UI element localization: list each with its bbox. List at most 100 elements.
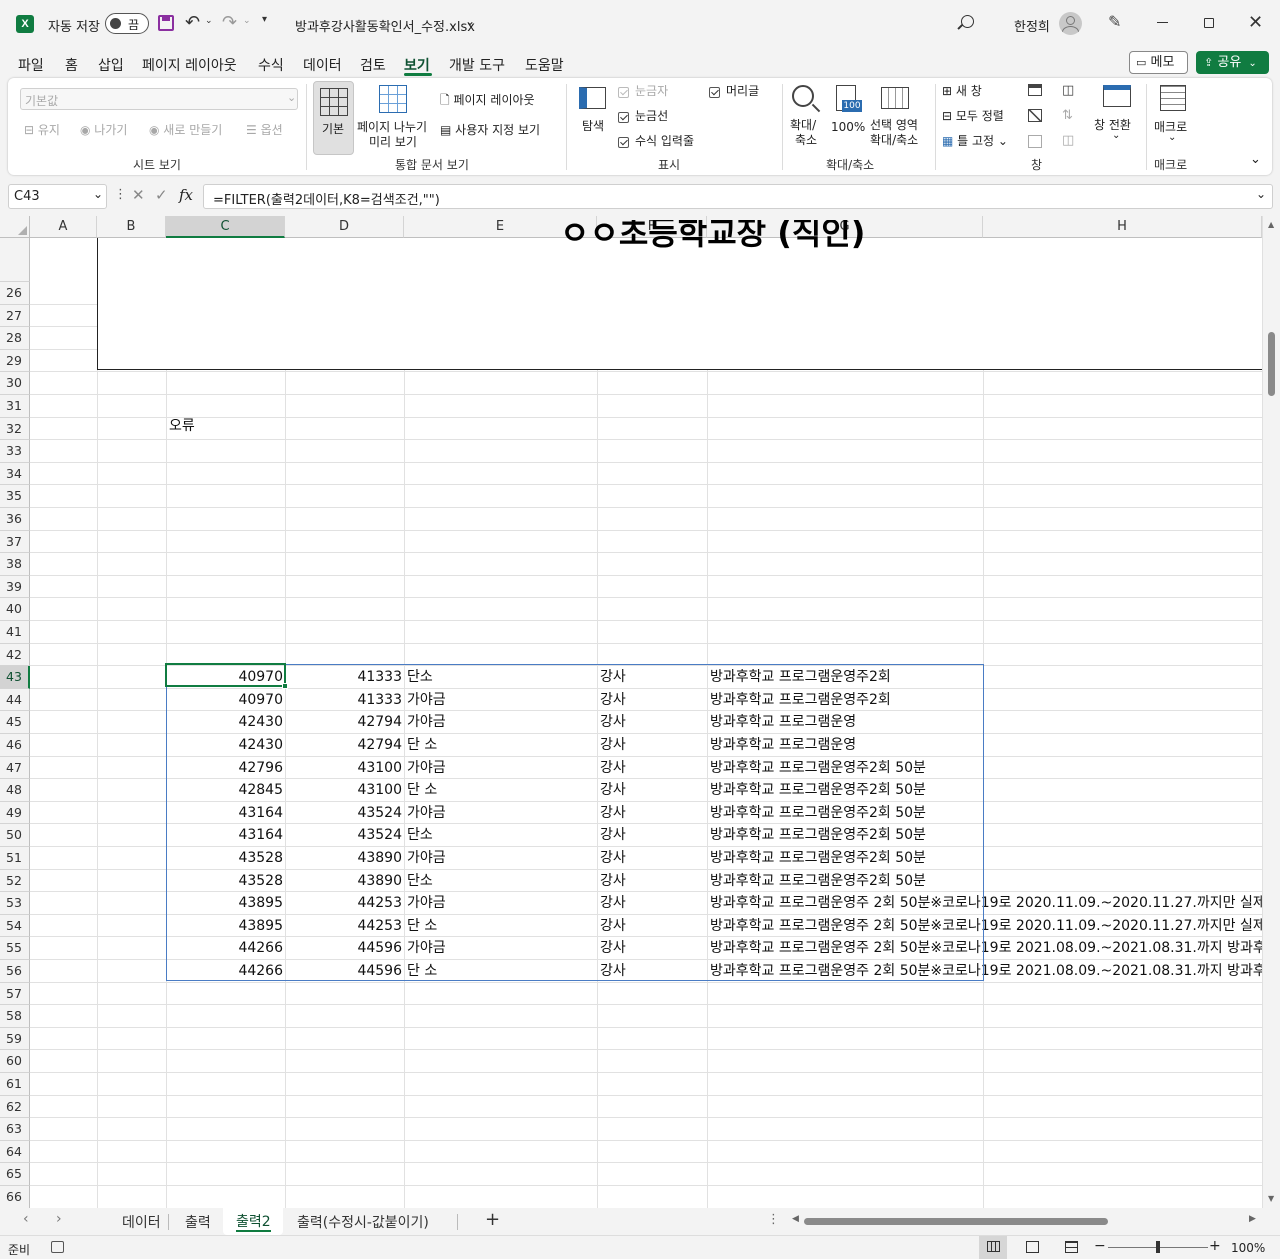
filename-chevron-icon[interactable]: ⌄ [465, 14, 475, 28]
page-break-preview-button[interactable]: 페이지 나누기 미리 보기 [357, 81, 431, 155]
undo-icon[interactable]: ↶ [185, 12, 200, 33]
split-icon[interactable] [1028, 84, 1042, 96]
sheet-tab-output2-label: 출력2 [236, 1214, 271, 1230]
zoom-slider[interactable] [1108, 1241, 1208, 1253]
tab-scroll-left-icon[interactable]: ‹ [23, 1211, 29, 1227]
zoom-slider-thumb[interactable] [1156, 1241, 1160, 1253]
hscroll-right-icon[interactable]: ▶ [1249, 1214, 1256, 1224]
switch-windows-button[interactable]: 창 전환 ⌄ [1092, 82, 1142, 154]
page-layout-status-icon[interactable] [1026, 1241, 1039, 1253]
arrange-all-button[interactable]: ⊟ 모두 정렬 [942, 109, 1004, 124]
normal-view-status-button[interactable] [979, 1236, 1007, 1259]
undo-dropdown-icon[interactable]: ⌄ [205, 16, 213, 26]
freeze-panes-button[interactable]: ▦ 틀 고정 ⌄ [942, 134, 1008, 149]
custom-views-button[interactable]: ▤ 사용자 지정 보기 [440, 123, 540, 138]
tab-review[interactable]: 검토 [360, 55, 386, 75]
tab-scroll-right-icon[interactable]: › [56, 1211, 62, 1227]
navigation-button[interactable]: 탐색 [574, 84, 612, 144]
page-layout-label: 페이지 레이아웃 [453, 93, 535, 107]
expand-formula-chevron-icon[interactable]: ⌄ [1256, 187, 1266, 201]
horizontal-scroll-thumb[interactable] [804, 1218, 1108, 1225]
zoom-level[interactable]: 100% [1231, 1241, 1265, 1255]
reset-position-icon[interactable]: ◫ [1062, 133, 1074, 148]
gridlines-checkbox[interactable] [618, 112, 629, 123]
more-options-icon[interactable]: ⋮ [114, 187, 127, 202]
toggle-knob [110, 18, 121, 29]
macro-record-icon[interactable] [51, 1241, 64, 1253]
page-break-status-icon[interactable] [1065, 1241, 1078, 1253]
keep-button[interactable]: ⊟ 유지 [24, 123, 60, 138]
vertical-scroll-thumb[interactable] [1268, 332, 1275, 396]
minimize-icon[interactable] [1157, 22, 1168, 23]
new-sheet-view-button[interactable]: ◉ 새로 만들기 [149, 123, 222, 138]
close-icon[interactable]: ✕ [1248, 12, 1263, 33]
tab-formulas[interactable]: 수식 [258, 55, 284, 75]
tab-file[interactable]: 파일 [18, 55, 44, 75]
tab-developer[interactable]: 개발 도구 [449, 55, 505, 75]
zoom-100-button[interactable]: 100 100% [828, 82, 868, 142]
ruler-checkbox[interactable] [618, 87, 629, 98]
save-icon[interactable] [158, 15, 174, 31]
sheet-tab-output-paste[interactable]: 출력(수정시-값붙이기) [297, 1212, 429, 1232]
tab-data[interactable]: 데이터 [303, 55, 342, 75]
zoom-button[interactable]: 확대/ 축소 [787, 82, 825, 154]
sheet-tab-data[interactable]: 데이터 [122, 1212, 161, 1232]
avatar[interactable] [1059, 12, 1082, 35]
new-window-label: 새 창 [955, 84, 982, 98]
worksheet[interactable]: ABCDEFGH 26 27 28 29 30 31 32 33 34 35 36 37 38 39 40 4… [0, 216, 1280, 1208]
scroll-up-icon[interactable]: ▲ [1268, 220, 1274, 229]
enter-icon[interactable]: ✓ [155, 186, 168, 204]
sheet-tab-output2[interactable]: 출력2 [223, 1208, 283, 1235]
tab-page-layout[interactable]: 페이지 레이아웃 [142, 55, 237, 75]
share-chevron-icon: ⌄ [1248, 58, 1257, 69]
sheet-tab-output[interactable]: 출력 [185, 1212, 211, 1232]
tab-insert[interactable]: 삽입 [98, 55, 124, 75]
zoom-selection-button[interactable]: 선택 영역 확대/축소 [868, 82, 924, 154]
tab-splitter-icon[interactable]: ⋮ [767, 1212, 780, 1227]
horizontal-scrollbar[interactable]: ◀ ▶ [790, 1214, 1260, 1229]
unhide-icon[interactable] [1028, 135, 1042, 148]
formula-input[interactable]: =FILTER(출력2데이터,K8=검색조건,"") ⌄ [203, 184, 1273, 209]
zoom-in-icon[interactable]: + [1209, 1238, 1221, 1254]
pen-icon[interactable]: ✎ [1108, 12, 1121, 31]
redo-icon[interactable]: ↷ [222, 12, 237, 33]
share-button[interactable]: ⇪ 공유 ⌄ [1196, 51, 1269, 74]
zoom-out-icon[interactable]: − [1094, 1238, 1106, 1254]
sync-scroll-icon[interactable]: ⇅ [1062, 108, 1073, 123]
macros-button[interactable]: 매크로 ⌄ [1151, 82, 1195, 154]
sheet-view-dropdown[interactable]: 기본값 ⌄ [20, 88, 298, 110]
search-icon[interactable] [957, 15, 974, 30]
exit-button[interactable]: ◉ 나가기 [80, 123, 127, 138]
headings-checkbox[interactable] [709, 87, 720, 98]
memo-button[interactable]: ▭ 메모 [1129, 51, 1188, 74]
group-sheet-view: 시트 보기 [133, 158, 181, 172]
add-sheet-button[interactable]: + [485, 1209, 500, 1230]
hide-icon[interactable] [1028, 109, 1042, 122]
new-window-button[interactable]: ⊞ 새 창 [942, 84, 982, 99]
normal-view-button[interactable]: 기본 [313, 81, 354, 155]
separator [1146, 84, 1147, 170]
maximize-icon[interactable] [1204, 18, 1214, 28]
page-layout-view-button[interactable]: 🗋 페이지 레이아웃 [440, 93, 535, 108]
options-icon: ☰ [246, 123, 261, 137]
tab-home[interactable]: 홈 [65, 55, 78, 75]
side-by-side-icon[interactable]: ◫ [1062, 83, 1074, 98]
options-button[interactable]: ☰ 옵션 [246, 123, 283, 138]
insert-function-icon[interactable]: fx [179, 186, 193, 204]
ribbon-collapse-icon[interactable]: ⌄ [1250, 152, 1261, 167]
cancel-icon[interactable]: ✕ [132, 186, 145, 204]
magnifier-icon [792, 85, 814, 107]
tab-help[interactable]: 도움말 [525, 55, 564, 75]
autosave-toggle[interactable]: 끔 [105, 13, 149, 34]
qat-customize-icon[interactable]: ▾ [262, 14, 267, 25]
scroll-down-icon[interactable]: ▼ [1268, 1194, 1274, 1203]
name-box[interactable]: C43 ⌄ [8, 184, 107, 209]
formula-bar-checkbox[interactable] [618, 137, 629, 148]
active-cell[interactable] [165, 663, 286, 687]
tab-view[interactable]: 보기 [404, 55, 430, 75]
hscroll-left-icon[interactable]: ◀ [792, 1214, 799, 1224]
fill-handle[interactable] [282, 683, 288, 689]
vertical-scrollbar[interactable]: ▲ ▼ [1262, 216, 1280, 1208]
file-name[interactable]: 방과후강사활동확인서_수정.xlsx [295, 16, 475, 35]
redo-dropdown-icon[interactable]: ⌄ [243, 16, 251, 26]
